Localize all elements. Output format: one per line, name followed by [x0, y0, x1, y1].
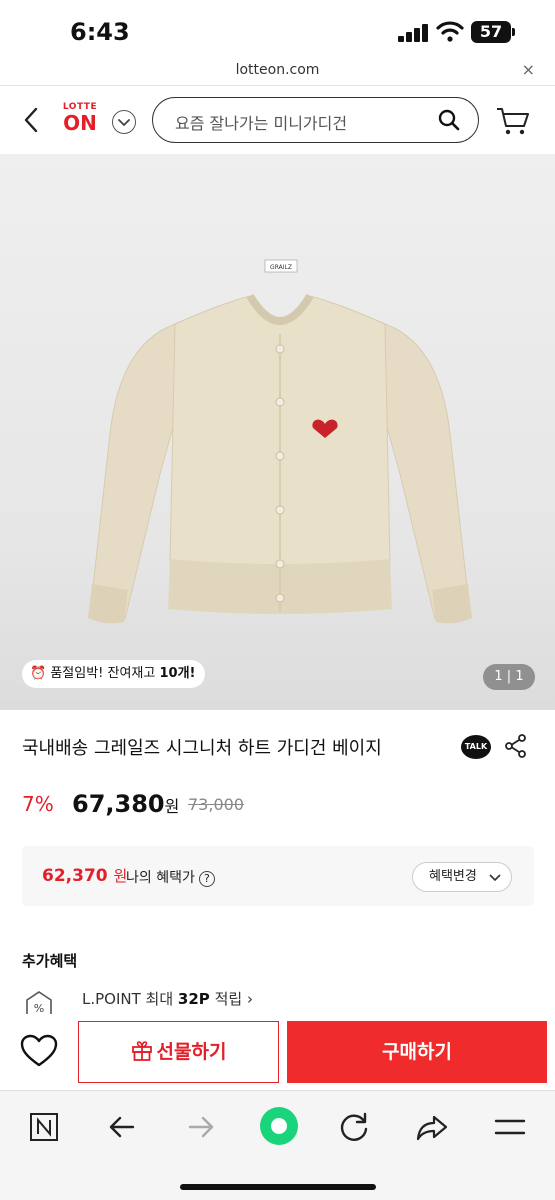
search-input[interactable]: 요즘 잘나가는 미니가디건 [152, 97, 479, 143]
signal-icon [398, 22, 430, 42]
cardigan-image: GRAILZ [88, 259, 472, 624]
site-header: LOTTE ON 요즘 잘나가는 미니가디건 [0, 88, 555, 154]
extra-benefits-heading: 추가혜택 [22, 952, 78, 970]
sale-price-value: 67,380 [72, 790, 165, 818]
share-icon[interactable] [505, 734, 527, 758]
close-icon[interactable]: × [522, 60, 535, 79]
search-icon[interactable] [438, 109, 460, 131]
lpoint-value: 32P [177, 990, 210, 1008]
url-text[interactable]: lotteon.com [0, 62, 555, 78]
lpoint-suffix: 적립 [209, 990, 243, 1008]
home-green-icon[interactable] [258, 1105, 300, 1147]
status-bar: 6:43 57 [0, 0, 555, 60]
lpoint-text: L.POINT 최대 32P 적립 › [82, 990, 253, 1008]
gift-button-label: 선물하기 [156, 1041, 227, 1063]
product-image[interactable]: GRAILZ ⏰ 품절임박! 잔여재고 10개! 1 | 1 [0, 154, 555, 710]
logo-main-text: ON [63, 111, 97, 135]
back-arrow-icon[interactable] [18, 104, 46, 136]
original-price: 73,000 [188, 795, 244, 814]
stock-text: 품절임박! 잔여재고 [50, 666, 160, 681]
cart-icon[interactable] [496, 106, 530, 136]
home-indicator [180, 1184, 376, 1190]
alarm-clock-icon: ⏰ [30, 666, 47, 681]
image-pager: 1 | 1 [483, 664, 535, 690]
search-placeholder: 요즘 잘나가는 미니가디건 [175, 114, 348, 133]
wifi-icon [436, 21, 464, 42]
benefit-price-value: 62,370 [42, 866, 108, 886]
chevron-down-icon[interactable] [112, 110, 136, 134]
discount-rate: 7% [22, 792, 54, 816]
product-title: 국내배송 그레일즈 시그니처 하트 가디건 베이지 [22, 738, 382, 759]
gift-icon [131, 1041, 152, 1061]
status-time: 6:43 [70, 18, 130, 46]
help-icon[interactable]: ? [198, 871, 215, 887]
lpoint-row[interactable]: % L.POINT 최대 32P 적립 › [22, 984, 542, 1019]
change-benefit-button[interactable]: 혜택변경 [412, 862, 512, 892]
battery-icon: 57 [471, 21, 515, 43]
benefit-price: 62,370 원 [42, 865, 127, 886]
tabs-n-icon[interactable] [24, 1109, 64, 1145]
refresh-icon[interactable] [335, 1109, 375, 1145]
benefit-price-box: 62,370 원 나의 혜택가? 혜택변경 [22, 846, 534, 906]
wishlist-heart-icon[interactable] [20, 1034, 58, 1068]
stock-count: 10개! [159, 666, 196, 681]
benefit-label-text: 나의 혜택가 [126, 870, 195, 886]
talk-chat-icon[interactable]: TALK [461, 735, 491, 759]
menu-icon[interactable] [490, 1109, 530, 1145]
forward-icon[interactable] [180, 1109, 220, 1145]
low-stock-badge: ⏰ 품절임박! 잔여재고 10개! [22, 660, 206, 688]
brand-tag-text: GRAILZ [270, 264, 292, 271]
chevron-down-icon [489, 874, 501, 882]
purchase-bar: 선물하기 구매하기 [0, 1014, 555, 1090]
sale-price-unit: 원 [164, 797, 180, 816]
lotte-on-logo[interactable]: LOTTE ON [58, 102, 102, 138]
share-forward-icon[interactable] [412, 1109, 452, 1145]
buy-button[interactable]: 구매하기 [287, 1021, 547, 1083]
gift-button[interactable]: 선물하기 [78, 1021, 279, 1083]
sale-price: 67,380원 [72, 790, 179, 818]
url-bar[interactable]: lotteon.com × [0, 58, 555, 86]
change-benefit-label: 혜택변경 [429, 869, 477, 884]
lpoint-prefix: L.POINT 최대 [82, 990, 178, 1008]
back-icon[interactable] [103, 1109, 143, 1145]
benefit-label: 나의 혜택가? [126, 867, 215, 887]
